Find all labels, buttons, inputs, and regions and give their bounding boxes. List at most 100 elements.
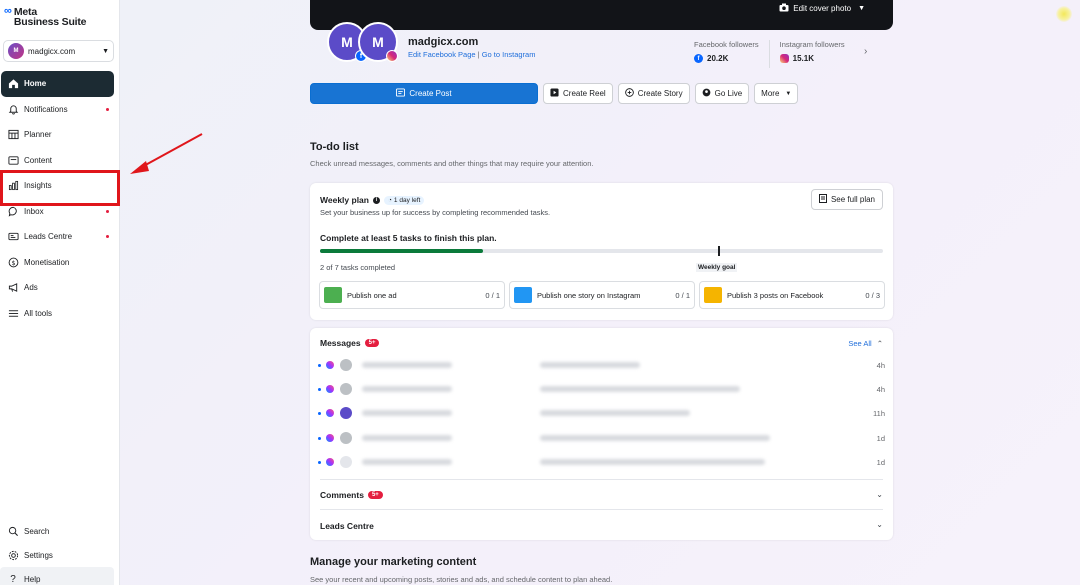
see-full-plan-label: See full plan [830,195,875,204]
task-label: Publish one story on Instagram [537,290,641,300]
sidebar-item-search[interactable]: Search [0,519,120,543]
sidebar-item-label: Help [24,574,41,584]
task-publish-ad[interactable]: Publish one ad 0 / 1 [319,281,505,309]
messages-card: Messages 5+ See All ⌃ 4h 4h 11h 1d 1d Co… [310,328,893,540]
profile-avatars[interactable]: M f M [327,22,407,66]
sidebar-item-label: Inbox [24,206,44,216]
sidebar-item-planner[interactable]: Planner [0,122,120,148]
edit-cover-photo-button[interactable]: Edit cover photo ▼ [779,3,865,14]
sidebar-bottom-nav: Search Settings ? Help [0,519,120,585]
comments-count-badge: 5+ [367,491,383,499]
svg-text:$: $ [11,259,15,267]
avatar [340,383,352,395]
see-full-plan-button[interactable]: See full plan [810,189,883,210]
unread-dot [318,411,321,415]
chevron-up-icon[interactable]: ⌃ [877,339,883,348]
chevron-down-icon[interactable]: ⌄ [876,520,883,529]
sidebar-item-label: Search [24,526,50,536]
redacted-sender [362,459,452,465]
instagram-followers-count: 15.1K [792,54,814,63]
sidebar-item-label: Settings [24,550,53,560]
see-all-messages[interactable]: See All ⌃ [848,339,883,348]
plan-progress-bar [320,249,883,253]
megaphone-icon [7,282,19,294]
avatar [340,359,352,371]
more-button[interactable]: More ▼ [754,83,799,104]
message-row[interactable]: 1d [318,453,885,471]
messages-count-badge: 5+ [364,339,380,347]
weekly-plan-subtitle: Set your business up for success by comp… [320,208,551,217]
comments-title: Comments [320,490,364,500]
avatar [340,432,352,444]
account-name: madgicx.com [28,46,76,56]
help-icon: ? [10,573,16,585]
message-row[interactable]: 11h [318,404,885,422]
sidebar-item-ads[interactable]: Ads [0,275,120,301]
create-reel-label: Create Reel [563,89,606,98]
compose-icon [396,88,406,99]
task-publish-posts[interactable]: Publish 3 posts on Facebook 0 / 3 [699,281,885,309]
decorative-blob [1056,6,1072,22]
message-row[interactable]: 4h [318,380,885,398]
sidebar-item-home[interactable]: Home [1,71,114,97]
live-icon [702,88,711,99]
plan-progress-fill [320,249,484,253]
time-left-pill: ◔ 1 day left [383,195,425,205]
sidebar-item-notifications[interactable]: Notifications [0,97,120,123]
create-post-button[interactable]: Create Post [310,83,538,104]
chevron-down-icon[interactable]: ⌄ [876,490,883,499]
redacted-preview [540,386,740,392]
message-time: 1d [876,433,885,443]
account-switcher[interactable]: M madgicx.com ▼ [3,40,114,62]
avatar [340,456,352,468]
brand-mark-icon: M [341,34,353,50]
task-publish-story[interactable]: Publish one story on Instagram 0 / 1 [509,281,695,309]
sidebar-item-leads-centre[interactable]: Leads Centre [0,224,120,250]
messenger-icon [326,361,334,369]
time-left-label: 1 day left [393,196,421,204]
message-row[interactable]: 4h [318,356,885,374]
sidebar-item-all-tools[interactable]: All tools [0,301,120,327]
messenger-icon [326,458,334,466]
content-icon [7,154,19,166]
sidebar-item-settings[interactable]: Settings [0,543,120,567]
leads-centre-section-header[interactable]: Leads Centre [320,521,374,531]
sidebar-item-label: Monetisation [24,257,70,267]
meta-logo[interactable]: ∞ Meta Business Suite [4,6,87,28]
post-pencil-icon [704,287,722,303]
see-all-link[interactable]: See All [848,339,871,348]
insights-highlight-box [0,170,120,206]
marketing-subtitle: See your recent and upcoming posts, stor… [310,575,613,584]
brand-mark-icon: M [372,34,384,50]
red-arrow-annotation [130,133,203,174]
clock-icon: ◔ [387,196,392,204]
chevron-right-icon[interactable]: › [864,46,867,57]
create-story-label: Create Story [637,89,683,98]
weekly-goal-label: Weekly goal [696,263,738,272]
sidebar-item-help[interactable]: ? Help [0,567,114,585]
comments-section-header[interactable]: Comments 5+ [320,490,383,500]
go-live-button[interactable]: Go Live [694,83,750,104]
marketing-title: Manage your marketing content [310,556,477,568]
sidebar-item-label: All tools [24,308,53,318]
message-row[interactable]: 1d [318,429,885,447]
message-time: 1d [876,457,885,467]
page-name: madgicx.com [408,36,479,48]
link-separator: | [477,50,480,59]
create-reel-button[interactable]: Create Reel [543,83,613,104]
leads-icon [7,231,19,243]
avatar [340,407,352,419]
create-story-button[interactable]: Create Story [617,83,690,104]
instagram-followers: Instagram followers 15.1K [779,40,845,68]
info-icon[interactable]: i [372,196,380,204]
redacted-preview [540,410,690,416]
document-icon [818,194,827,205]
followers-summary[interactable]: Facebook followers f 20.2K Instagram foll… [694,40,845,68]
account-avatar: M [8,43,24,59]
create-post-label: Create Post [409,89,452,98]
edit-facebook-page-link[interactable]: Edit Facebook Page [408,50,476,59]
profile-links: Edit Facebook Page | Go to Instagram [408,50,535,59]
sidebar-item-monetisation[interactable]: $ Monetisation [0,250,120,276]
instagram-badge-icon [386,50,398,62]
go-to-instagram-link[interactable]: Go to Instagram [482,50,536,59]
